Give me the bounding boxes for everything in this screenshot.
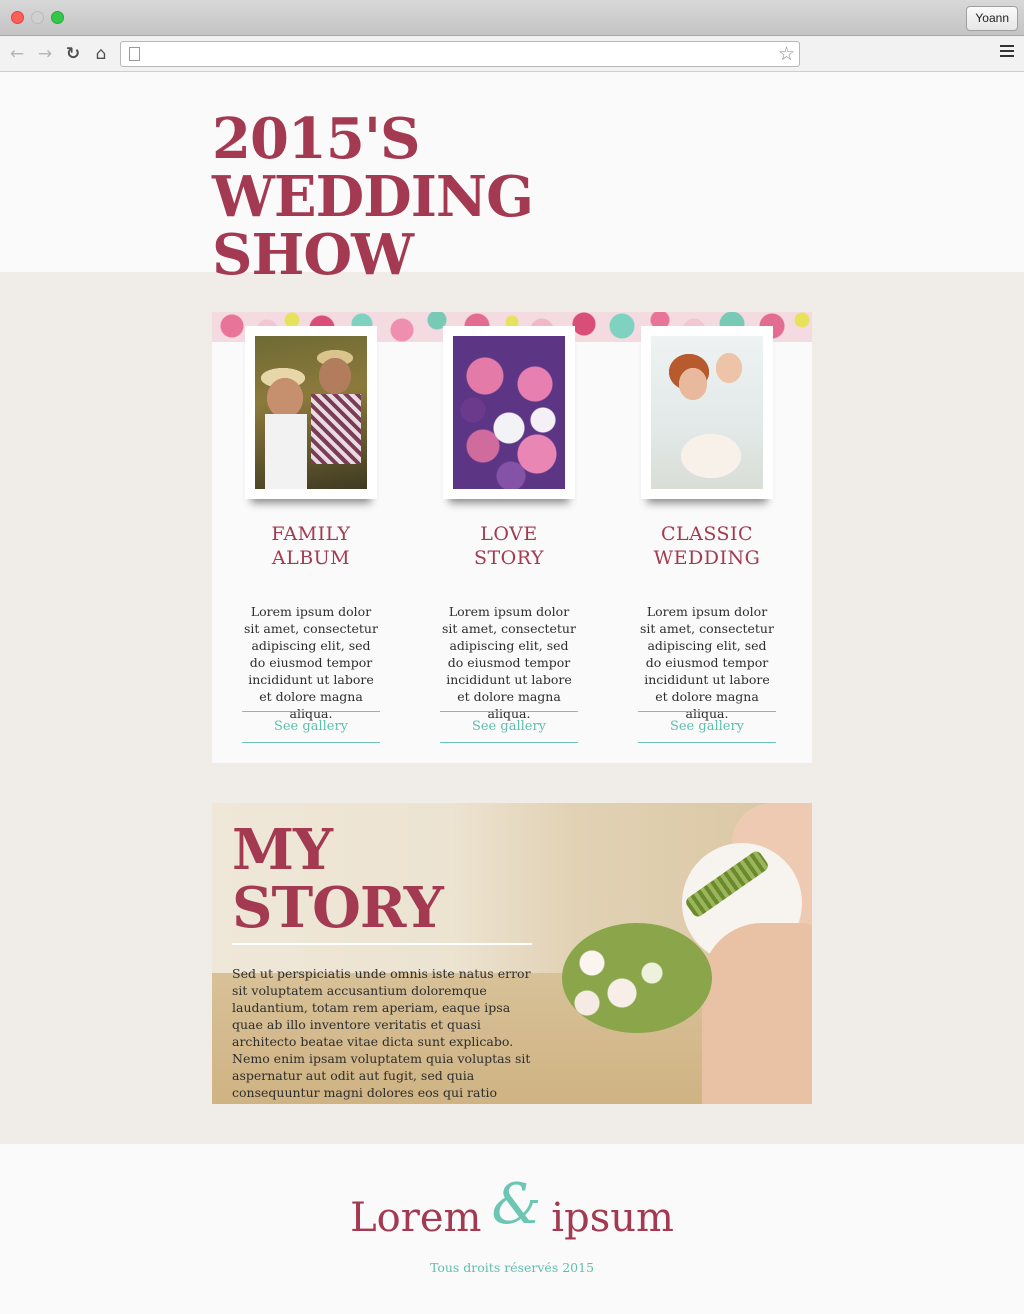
story-text: Sed ut perspiciatis unde omnis iste natu… [232,966,531,1100]
profile-button[interactable]: Yoann [966,6,1018,31]
card-photo-frame [641,326,773,499]
window-titlebar: Yoann [0,0,1024,36]
ampersand-logo: & [491,1172,542,1237]
see-gallery-link[interactable]: See gallery [242,711,380,743]
card-text: Lorem ipsum dolor sit amet, consectetur … [640,604,774,721]
story-title: MY STORY [232,817,444,941]
home-icon[interactable]: ⌂ [90,43,112,65]
family-photo [255,336,367,489]
divider [232,943,532,945]
card-title: LOVE STORY [473,523,545,569]
address-bar[interactable]: ☆ [120,41,800,67]
card-text: Lorem ipsum dolor sit amet, consectetur … [244,604,378,721]
see-gallery-link[interactable]: See gallery [638,711,776,743]
maximize-window-button[interactable] [51,11,64,24]
gallery-cards: FAMILY ALBUM Lorem ipsum dolor sit amet,… [212,312,812,763]
my-story-section: MY STORY Sed ut perspiciatis unde omnis … [212,803,812,1104]
close-window-button[interactable] [11,11,24,24]
card-title: FAMILY ALBUM [271,523,351,569]
forward-arrow-icon[interactable]: → [34,43,56,65]
page-title: 2015'S WEDDING SHOW [212,106,534,288]
page-icon [129,47,140,61]
bouquet-photo [453,336,565,489]
bride-photo [651,336,763,489]
menu-icon[interactable] [1000,45,1014,59]
page-footer: Lorem & ipsum Tous droits réservés 2015 [0,1144,1024,1314]
minimize-window-button[interactable] [31,11,44,24]
copyright-text: Tous droits réservés 2015 [429,1260,595,1275]
card-text: Lorem ipsum dolor sit amet, consectetur … [442,604,576,721]
card-photo-frame [443,326,575,499]
bride-bouquet-photo [562,803,812,1104]
back-arrow-icon[interactable]: ← [6,43,28,65]
footer-brand: Lorem & ipsum [350,1172,674,1241]
card-title: CLASSIC WEDDING [653,523,761,569]
page-header: 2015'S WEDDING SHOW [0,72,1024,284]
see-gallery-link[interactable]: See gallery [440,711,578,743]
reload-icon[interactable]: ↻ [62,43,84,65]
star-icon[interactable]: ☆ [778,43,795,65]
card-photo-frame [245,326,377,499]
